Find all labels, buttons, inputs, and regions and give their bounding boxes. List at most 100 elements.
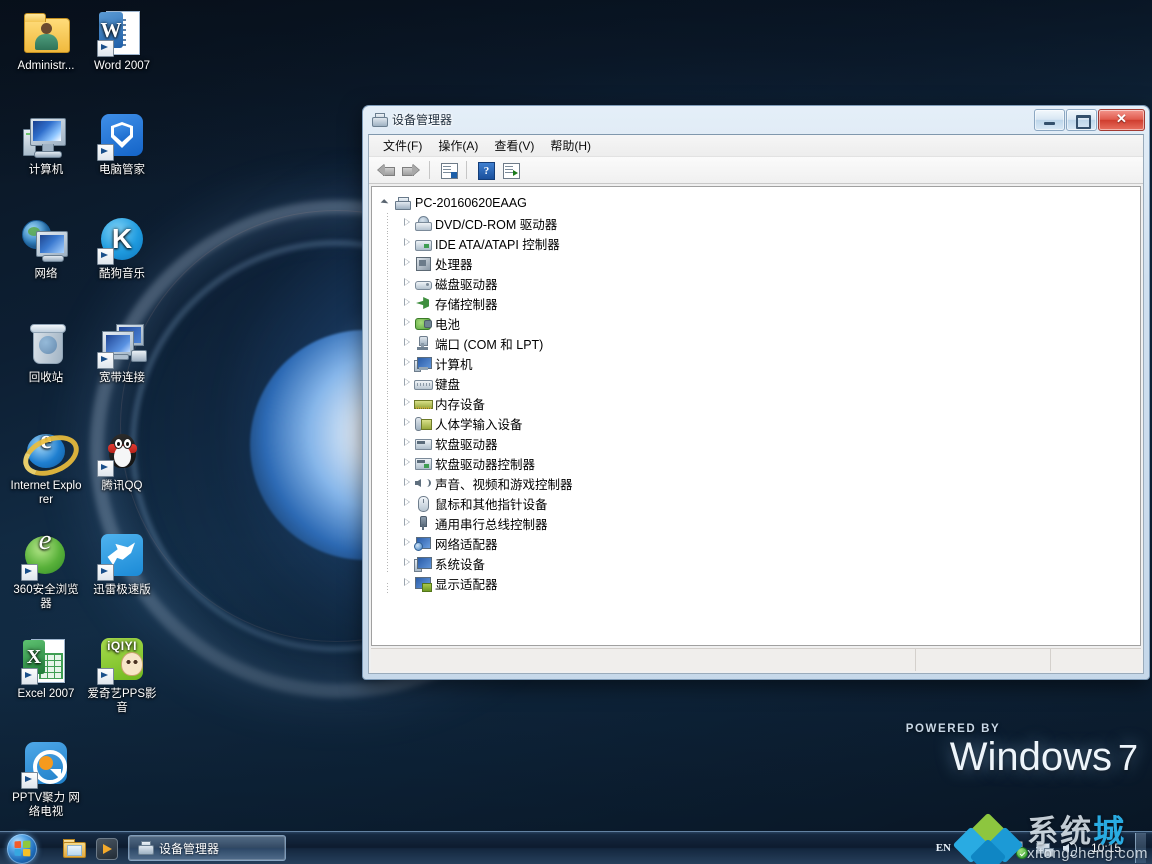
expand-toggle[interactable] — [400, 233, 414, 253]
system-tray: EN ? 10:15 — [936, 833, 1152, 863]
expand-toggle[interactable] — [400, 573, 414, 593]
tree-node-ide-controller[interactable]: IDE ATA/ATAPI 控制器 — [380, 233, 1140, 253]
menu-action[interactable]: 操作(A) — [430, 135, 486, 156]
desktop-icon-broadband-connection[interactable]: 宽带连接 — [84, 320, 160, 386]
desktop-icon-word-2007[interactable]: W Word 2007 — [84, 8, 160, 74]
sound-video-game-icon — [414, 475, 431, 491]
desktop[interactable]: Administr... W Word 2007 计算机 电脑管家 网络 K 酷… — [0, 0, 1152, 864]
menu-view[interactable]: 查看(V) — [486, 135, 542, 156]
network-icon — [22, 216, 70, 264]
expand-toggle[interactable] — [400, 493, 414, 513]
help-button[interactable]: ? — [474, 159, 496, 181]
desktop-icon-label: 腾讯QQ — [101, 480, 143, 492]
device-manager-window[interactable]: 设备管理器 ✕ 文件(F) 操作(A) 查看(V) 帮助(H) ? PC-201… — [362, 105, 1150, 680]
properties-button[interactable] — [437, 159, 459, 181]
expand-toggle[interactable] — [400, 393, 414, 413]
tree-node-display-adapter[interactable]: 显示适配器 — [380, 573, 1140, 593]
taskbar-item-device-manager[interactable]: 设备管理器 — [128, 835, 286, 861]
tree-node-usb-controller[interactable]: 通用串行总线控制器 — [380, 513, 1140, 533]
tree-node-battery[interactable]: 电池 — [380, 313, 1140, 333]
maximize-button[interactable] — [1066, 109, 1097, 131]
expand-toggle[interactable] — [400, 433, 414, 453]
tree-node-computer[interactable]: 计算机 — [380, 353, 1140, 373]
desktop-icon-kugou-music[interactable]: K 酷狗音乐 — [84, 216, 160, 282]
tree-node-storage-controller[interactable]: 存储控制器 — [380, 293, 1140, 313]
expand-toggle[interactable] — [400, 373, 414, 393]
expand-toggle[interactable] — [400, 313, 414, 333]
expand-toggle[interactable] — [400, 213, 414, 233]
desktop-icon-thunder[interactable]: 迅雷极速版 — [84, 532, 160, 598]
expand-toggle[interactable] — [400, 413, 414, 433]
taskbar[interactable]: 设备管理器 EN ? 10:15 — [0, 831, 1152, 864]
minimize-button[interactable] — [1034, 109, 1065, 131]
maximize-icon — [1076, 115, 1091, 129]
desktop-icon-pc-manager[interactable]: 电脑管家 — [84, 112, 160, 178]
properties-icon — [441, 163, 458, 179]
tree-node-label: 键盘 — [435, 377, 461, 392]
tree-root-node[interactable]: PC-20160620EAAG — [380, 193, 1140, 213]
tree-node-floppy-drive[interactable]: 软盘驱动器 — [380, 433, 1140, 453]
desktop-icon-administrator[interactable]: Administr... — [8, 8, 84, 74]
safely-remove-hardware-icon[interactable] — [1009, 839, 1028, 859]
expand-toggle[interactable] — [400, 333, 414, 353]
desktop-icon-tencent-qq[interactable]: 腾讯QQ — [84, 428, 160, 494]
tray-help-icon[interactable]: ? — [960, 839, 977, 857]
network-tray-icon[interactable] — [1036, 840, 1054, 857]
device-manager-icon — [371, 112, 388, 128]
quicklaunch-media-player[interactable] — [94, 836, 118, 860]
forward-arrow-icon — [403, 165, 419, 176]
memory-device-icon — [414, 395, 433, 411]
expand-toggle[interactable] — [400, 453, 414, 473]
volume-icon[interactable] — [1062, 840, 1079, 857]
show-hidden-icons[interactable] — [986, 839, 1000, 857]
forward-button[interactable] — [400, 159, 422, 181]
menu-help[interactable]: 帮助(H) — [542, 135, 599, 156]
expand-toggle[interactable] — [400, 473, 414, 493]
tree-node-processor[interactable]: 处理器 — [380, 253, 1140, 273]
tree-node-hid[interactable]: 人体学输入设备 — [380, 413, 1140, 433]
tree-node-mouse[interactable]: 鼠标和其他指针设备 — [380, 493, 1140, 513]
desktop-icon-360-browser[interactable]: 360安全浏览器 — [8, 532, 84, 611]
expand-toggle[interactable] — [400, 253, 414, 273]
expand-toggle[interactable] — [400, 293, 414, 313]
window-titlebar[interactable]: 设备管理器 ✕ — [363, 106, 1149, 133]
tree-node-label: 通用串行总线控制器 — [435, 517, 548, 532]
tree-node-label: 人体学输入设备 — [435, 417, 523, 432]
tree-node-keyboard[interactable]: 键盘 — [380, 373, 1140, 393]
tree-node-label: 处理器 — [435, 257, 473, 272]
tree-node-network-adapter[interactable]: 网络适配器 — [380, 533, 1140, 553]
dvd-cdrom-icon — [414, 215, 432, 231]
expand-toggle[interactable] — [400, 273, 414, 293]
floppy-drive-icon — [414, 435, 432, 451]
expand-toggle[interactable] — [400, 553, 414, 573]
desktop-icon-computer[interactable]: 计算机 — [8, 112, 84, 178]
tree-node-ports[interactable]: 端口 (COM 和 LPT) — [380, 333, 1140, 353]
desktop-icon-recycle-bin[interactable]: 回收站 — [8, 320, 84, 386]
start-button[interactable] — [2, 833, 48, 864]
desktop-icon-iqiyi-pps[interactable]: iQIYI 爱奇艺PPS影音 — [84, 636, 160, 715]
device-tree-pane[interactable]: PC-20160620EAAG DVD/CD-ROM 驱动器 IDE ATA/A… — [371, 186, 1141, 646]
language-indicator[interactable]: EN — [936, 842, 951, 854]
tree-node-floppy-controller[interactable]: 软盘驱动器控制器 — [380, 453, 1140, 473]
tree-node-memory-device[interactable]: 内存设备 — [380, 393, 1140, 413]
desktop-icon-pptv[interactable]: PPTV聚力 网络电视 — [8, 740, 84, 819]
desktop-icon-excel-2007[interactable]: X Excel 2007 — [8, 636, 84, 702]
expand-toggle[interactable] — [400, 533, 414, 553]
quicklaunch-explorer[interactable] — [62, 836, 86, 860]
expand-toggle[interactable] — [400, 513, 414, 533]
tree-node-dvd-cdrom[interactable]: DVD/CD-ROM 驱动器 — [380, 213, 1140, 233]
taskbar-clock[interactable]: 10:15 — [1088, 842, 1124, 854]
tree-node-sound-video-game[interactable]: 声音、视频和游戏控制器 — [380, 473, 1140, 493]
show-desktop-button[interactable] — [1135, 833, 1146, 863]
keyboard-icon — [414, 375, 433, 391]
tree-node-disk-drive[interactable]: 磁盘驱动器 — [380, 273, 1140, 293]
scan-hardware-button[interactable] — [499, 159, 521, 181]
menu-file[interactable]: 文件(F) — [375, 135, 430, 156]
close-button[interactable]: ✕ — [1098, 109, 1145, 131]
expand-collapse-toggle[interactable] — [380, 193, 394, 213]
back-button[interactable] — [375, 159, 397, 181]
tree-node-system-device[interactable]: 系统设备 — [380, 553, 1140, 573]
desktop-icon-internet-explorer[interactable]: e Internet Explorer — [8, 427, 85, 507]
expand-toggle[interactable] — [400, 353, 414, 373]
desktop-icon-network[interactable]: 网络 — [8, 216, 84, 282]
